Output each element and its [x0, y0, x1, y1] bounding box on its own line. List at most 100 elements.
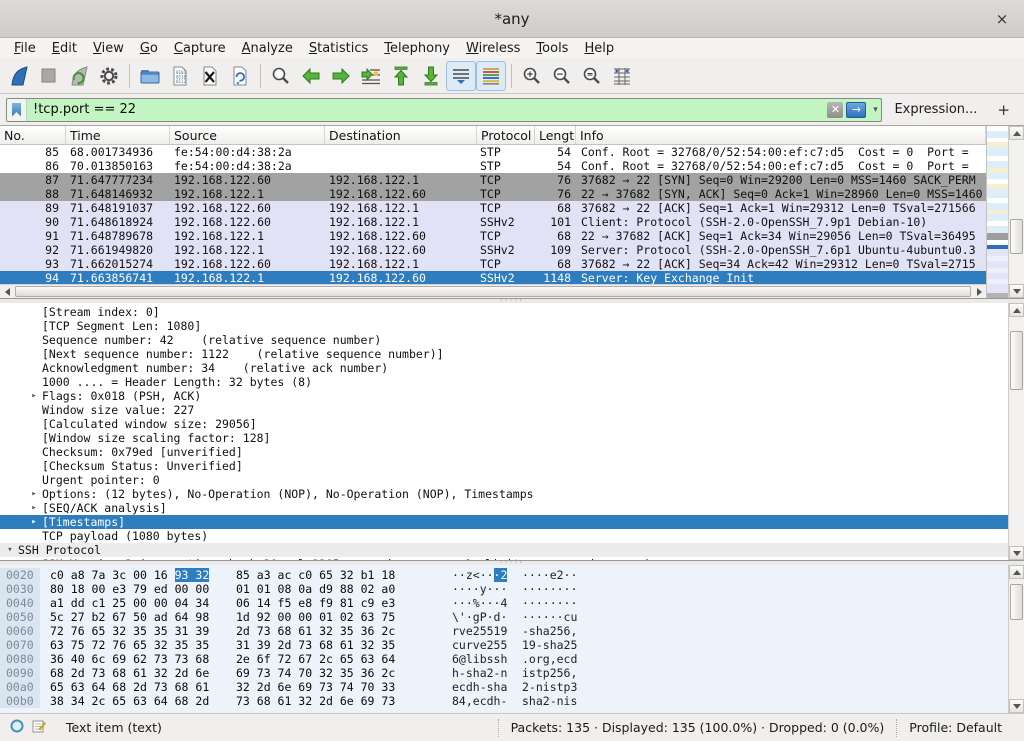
vscroll-thumb[interactable] — [1010, 219, 1023, 254]
filter-dropdown-icon[interactable]: ▾ — [869, 105, 881, 115]
menu-file[interactable]: File — [6, 40, 44, 57]
hex-row[interactable]: 006072 76 65 32 35 35 31 392d 73 68 61 3… — [0, 624, 1008, 638]
expand-right-icon[interactable]: ▸ — [26, 557, 42, 560]
detail-line[interactable]: ▸[SEQ/ACK analysis] — [0, 501, 1008, 515]
zoom-reset-icon[interactable]: = — [577, 61, 607, 91]
stop-capture-icon[interactable] — [34, 61, 64, 91]
close-icon[interactable]: × — [992, 9, 1012, 29]
reload-file-icon[interactable] — [225, 61, 255, 91]
packet-list-hscrollbar[interactable] — [0, 284, 986, 298]
hex-row[interactable]: 00b038 34 2c 65 63 64 68 2d73 68 61 32 2… — [0, 694, 1008, 708]
scroll-down-icon[interactable] — [1009, 546, 1024, 560]
column-header-protocol[interactable]: Protocol — [477, 126, 535, 144]
status-profile[interactable]: Profile: Default — [896, 719, 1014, 737]
scroll-up-icon[interactable] — [1009, 565, 1024, 579]
auto-scroll-icon[interactable] — [446, 61, 476, 91]
column-header-no[interactable]: No. — [0, 126, 66, 144]
menu-statistics[interactable]: Statistics — [301, 40, 376, 57]
hex-row[interactable]: 0020c0 a8 7a 3c 00 16 93 3285 a3 ac c0 6… — [0, 568, 1008, 582]
colorize-packets-icon[interactable] — [476, 61, 506, 91]
column-header-source[interactable]: Source — [170, 126, 325, 144]
resize-columns-icon[interactable] — [607, 61, 637, 91]
hex-row[interactable]: 00a065 63 64 68 2d 73 68 6132 2d 6e 69 7… — [0, 680, 1008, 694]
detail-line[interactable]: ▾SSH Protocol — [0, 543, 1008, 557]
clear-filter-icon[interactable]: ✕ — [827, 102, 843, 118]
menu-wireless[interactable]: Wireless — [458, 40, 528, 57]
save-file-icon[interactable]: 010101100112 — [165, 61, 195, 91]
packet-row[interactable]: 8871.648146932192.168.122.1192.168.122.6… — [0, 187, 986, 201]
detail-line[interactable]: ▸Flags: 0x018 (PSH, ACK) — [0, 389, 1008, 403]
scroll-down-icon[interactable] — [1009, 284, 1024, 298]
hscroll-thumb[interactable] — [15, 286, 971, 297]
menu-view[interactable]: View — [85, 40, 132, 57]
detail-line[interactable]: ▸Options: (12 bytes), No-Operation (NOP)… — [0, 487, 1008, 501]
menu-analyze[interactable]: Analyze — [234, 40, 301, 57]
detail-line[interactable]: [Window size scaling factor: 128] — [0, 431, 1008, 445]
scroll-down-icon[interactable] — [1009, 699, 1024, 713]
scroll-up-icon[interactable] — [1009, 303, 1024, 317]
hex-row[interactable]: 007063 75 72 76 65 32 35 3531 39 2d 73 6… — [0, 638, 1008, 652]
go-forward-icon[interactable] — [326, 61, 356, 91]
detail-line[interactable]: [TCP Segment Len: 1080] — [0, 319, 1008, 333]
column-header-length[interactable]: Length — [535, 126, 576, 144]
expand-right-icon[interactable]: ▸ — [26, 389, 42, 403]
bytes-vscrollbar[interactable] — [1008, 565, 1024, 713]
column-header-info[interactable]: Info — [576, 126, 986, 144]
detail-line[interactable]: Window size value: 227 — [0, 403, 1008, 417]
detail-line[interactable]: [Calculated window size: 29056] — [0, 417, 1008, 431]
hex-row[interactable]: 0040a1 dd c1 25 00 00 04 3406 14 f5 e8 f… — [0, 596, 1008, 610]
expand-right-icon[interactable]: ▸ — [26, 501, 42, 515]
capture-options-icon[interactable] — [94, 61, 124, 91]
packet-row[interactable]: 9371.662015274192.168.122.60192.168.122.… — [0, 257, 986, 271]
detail-line[interactable]: ▸[Timestamps] — [0, 515, 1008, 529]
detail-line[interactable]: 1000 .... = Header Length: 32 bytes (8) — [0, 375, 1008, 389]
details-vscrollbar[interactable] — [1008, 303, 1024, 560]
packet-row[interactable]: 8771.647777234192.168.122.60192.168.122.… — [0, 173, 986, 187]
detail-line[interactable]: TCP payload (1080 bytes) — [0, 529, 1008, 543]
packet-list-header[interactable]: No.TimeSourceDestinationProtocolLengthIn… — [0, 126, 986, 145]
detail-line[interactable]: Sequence number: 42 (relative sequence n… — [0, 333, 1008, 347]
detail-line[interactable]: Acknowledgment number: 34 (relative ack … — [0, 361, 1008, 375]
packet-row[interactable]: 9071.648618924192.168.122.60192.168.122.… — [0, 215, 986, 229]
zoom-in-icon[interactable]: + — [517, 61, 547, 91]
packet-minimap[interactable] — [986, 126, 1008, 298]
vscroll-thumb[interactable] — [1010, 331, 1023, 391]
packet-list-vscrollbar[interactable] — [1008, 126, 1024, 298]
packet-row[interactable]: 8670.013850163fe:54:00:d4:38:2aSTP54Conf… — [0, 159, 986, 173]
apply-filter-icon[interactable]: → — [846, 102, 866, 118]
menu-tools[interactable]: Tools — [528, 40, 576, 57]
hex-row[interactable]: 009068 2d 73 68 61 32 2d 6e69 73 74 70 3… — [0, 666, 1008, 680]
expression-button[interactable]: Expression... — [888, 102, 983, 117]
expert-info-icon[interactable] — [10, 719, 24, 736]
menu-go[interactable]: Go — [132, 40, 166, 57]
scroll-right-icon[interactable] — [972, 285, 986, 298]
detail-line[interactable]: [Stream index: 0] — [0, 305, 1008, 319]
packet-row[interactable]: 9171.648789678192.168.122.1192.168.122.6… — [0, 229, 986, 243]
packet-row[interactable]: 8568.001734936fe:54:00:d4:38:2aSTP54Conf… — [0, 145, 986, 159]
hex-row[interactable]: 008036 40 6c 69 62 73 73 682e 6f 72 67 2… — [0, 652, 1008, 666]
filter-value[interactable]: !tcp.port == 22 — [27, 102, 827, 117]
find-packet-icon[interactable] — [266, 61, 296, 91]
scroll-up-icon[interactable] — [1009, 126, 1024, 140]
restart-capture-icon[interactable] — [64, 61, 94, 91]
detail-line[interactable]: Urgent pointer: 0 — [0, 473, 1008, 487]
packet-row[interactable]: 9471.663856741192.168.122.1192.168.122.6… — [0, 271, 986, 284]
bookmark-icon[interactable] — [7, 99, 27, 121]
column-header-time[interactable]: Time — [66, 126, 170, 144]
menu-edit[interactable]: Edit — [44, 40, 85, 57]
menu-help[interactable]: Help — [576, 40, 622, 57]
zoom-out-icon[interactable]: − — [547, 61, 577, 91]
expand-right-icon[interactable]: ▸ — [26, 487, 42, 501]
packet-row[interactable]: 8971.648191037192.168.122.60192.168.122.… — [0, 201, 986, 215]
expand-right-icon[interactable]: ▸ — [26, 515, 42, 529]
go-last-packet-icon[interactable] — [416, 61, 446, 91]
hex-row[interactable]: 003080 18 00 e3 79 ed 00 0001 01 08 0a d… — [0, 582, 1008, 596]
capture-comment-icon[interactable] — [32, 719, 46, 736]
display-filter-input[interactable]: !tcp.port == 22 ✕ → ▾ — [6, 98, 882, 122]
hex-row[interactable]: 00505c 27 b2 67 50 ad 64 981d 92 00 00 0… — [0, 610, 1008, 624]
close-file-icon[interactable] — [195, 61, 225, 91]
open-file-icon[interactable] — [135, 61, 165, 91]
go-back-icon[interactable] — [296, 61, 326, 91]
vscroll-thumb[interactable] — [1010, 584, 1023, 620]
menu-telephony[interactable]: Telephony — [376, 40, 458, 57]
